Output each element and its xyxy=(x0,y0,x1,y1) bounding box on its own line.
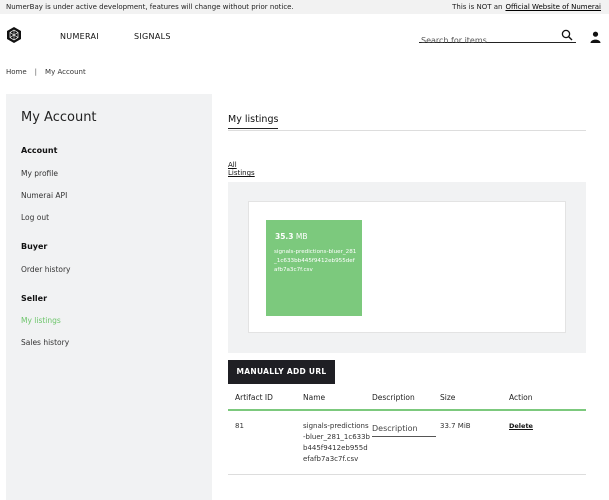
description-input[interactable] xyxy=(372,421,436,437)
table-header: Artifact ID Name Description Size Action xyxy=(228,391,586,411)
official-website-link[interactable]: Official Website of Numerai xyxy=(505,3,601,11)
top-notice-bar: NumerBay is under active development, fe… xyxy=(0,0,609,14)
search-box xyxy=(419,28,576,48)
sidebar-item-my-listings[interactable]: My listings xyxy=(21,316,61,325)
card-filename: signals-predictions-bluer_281_1c633bb445… xyxy=(274,249,357,273)
nav-numerai[interactable]: NUMERAI xyxy=(60,32,99,41)
column-header-description: Description xyxy=(372,393,415,402)
card-size-value: 35.3 xyxy=(275,232,294,241)
disclaimer: This is NOT an Official Website of Numera… xyxy=(452,0,601,14)
listings-grid: 35.3 MB signals-predictions-bluer_281_1c… xyxy=(248,201,566,333)
listings-panel: 35.3 MB signals-predictions-bluer_281_1c… xyxy=(228,182,586,353)
sidebar-title: My Account xyxy=(21,110,97,125)
column-header-name: Name xyxy=(303,393,326,402)
breadcrumb-current: My Account xyxy=(45,68,86,76)
tab-divider xyxy=(228,130,586,131)
tab-my-listings[interactable]: My listings xyxy=(228,114,279,129)
breadcrumb: Home | My Account xyxy=(6,68,86,76)
artifact-size: 33.7 MiB xyxy=(440,422,471,430)
sidebar-item-log-out[interactable]: Log out xyxy=(21,213,49,222)
column-header-artifact-id: Artifact ID xyxy=(235,393,273,402)
disclaimer-text: This is NOT an xyxy=(452,3,503,11)
sidebar-item-numerai-api[interactable]: Numerai API xyxy=(21,191,67,200)
sidebar-item-my-profile[interactable]: My profile xyxy=(21,169,58,178)
section-seller: Seller xyxy=(21,294,48,303)
breadcrumb-home[interactable]: Home xyxy=(6,68,27,76)
column-header-action: Action xyxy=(509,393,533,402)
header: NUMERAI SIGNALS xyxy=(0,14,609,60)
manually-add-url-button[interactable]: MANUALLY ADD URL xyxy=(228,360,335,384)
section-buyer: Buyer xyxy=(21,242,48,251)
delete-button[interactable]: Delete xyxy=(509,421,533,432)
sidebar-item-sales-history[interactable]: Sales history xyxy=(21,338,69,347)
numerbay-logo-icon[interactable] xyxy=(6,26,22,44)
card-size: 35.3 MB xyxy=(275,232,308,241)
user-icon[interactable] xyxy=(590,31,601,43)
breadcrumb-separator: | xyxy=(34,68,38,76)
dev-notice: NumerBay is under active development, fe… xyxy=(6,3,294,11)
sidebar-item-order-history[interactable]: Order history xyxy=(21,265,71,274)
search-icon[interactable] xyxy=(561,29,573,41)
section-account: Account xyxy=(21,146,58,155)
search-input[interactable] xyxy=(419,33,549,48)
card-size-unit: MB xyxy=(295,232,308,241)
nav-signals[interactable]: SIGNALS xyxy=(134,32,171,41)
artifact-name: signals-predictions-bluer_281_1c633bb445… xyxy=(303,422,371,463)
artifact-id: 81 xyxy=(235,422,244,430)
account-sidebar: My Account Account My profile Numerai AP… xyxy=(6,94,212,500)
column-header-size: Size xyxy=(440,393,456,402)
listing-card[interactable]: 35.3 MB signals-predictions-bluer_281_1c… xyxy=(266,220,362,316)
table-row: 81 signals-predictions-bluer_281_1c633bb… xyxy=(228,413,586,475)
all-listings-link[interactable]: All Listings xyxy=(228,161,255,177)
